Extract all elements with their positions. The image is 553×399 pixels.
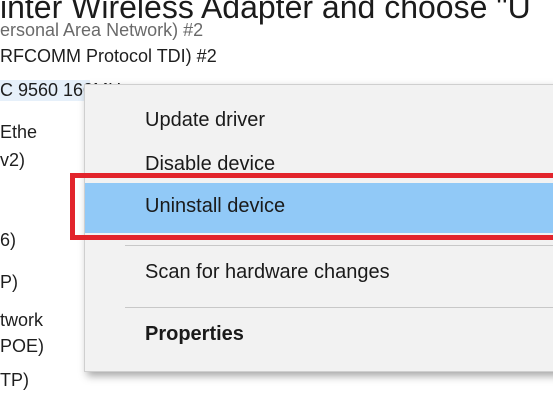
menu-item-label: Scan for hardware changes <box>145 261 390 283</box>
menu-item-label: Properties <box>145 323 244 345</box>
device-list-item[interactable]: twork <box>0 310 43 331</box>
device-list-item[interactable]: RFCOMM Protocol TDI) #2 <box>0 46 217 67</box>
device-list-item[interactable]: TP) <box>0 370 29 391</box>
menu-item-properties[interactable]: Properties <box>85 311 553 361</box>
menu-separator <box>125 307 553 308</box>
device-list-item[interactable]: Ethe <box>0 122 37 143</box>
highlight-annotation <box>70 173 553 240</box>
menu-item-scan-for-hardware-changes[interactable]: Scan for hardware changes <box>85 249 553 299</box>
menu-item-label: Disable device <box>145 153 276 175</box>
menu-item-label: Update driver <box>145 109 266 131</box>
menu-separator <box>125 245 553 246</box>
device-list-item[interactable]: POE) <box>0 336 44 357</box>
device-list-item-selected[interactable]: C 9560 160MHz <box>0 80 130 101</box>
device-list-item[interactable]: ersonal Area Network) #2 <box>0 20 203 41</box>
menu-item-update-driver[interactable]: Update driver <box>85 97 553 147</box>
device-list-item[interactable]: 6) <box>0 230 16 251</box>
menu-item-disable-device[interactable]: Disable device <box>85 141 553 175</box>
device-list-item[interactable]: P) <box>0 272 18 293</box>
device-list-item[interactable]: v2) <box>0 150 25 171</box>
